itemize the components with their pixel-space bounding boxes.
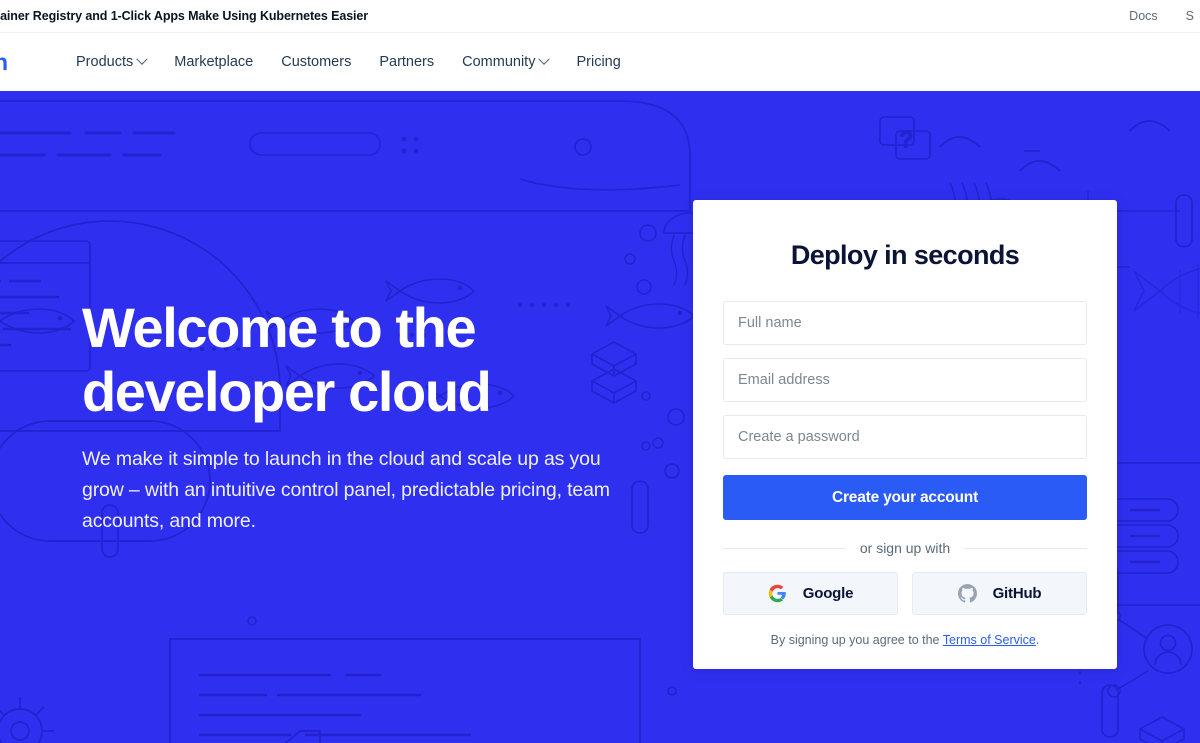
divider-line-left <box>723 547 846 549</box>
nav-item-pricing[interactable]: Pricing <box>562 54 634 70</box>
signup-title: Deploy in seconds <box>790 240 1020 270</box>
nav-item-label: Customers <box>281 54 352 70</box>
signup-card: Deploy in seconds Create your account or… <box>693 200 1117 669</box>
nav-item-community[interactable]: Community <box>448 53 562 70</box>
nav-item-products[interactable]: Products <box>62 53 160 70</box>
google-icon <box>768 584 787 603</box>
hero-section: ? Welcome to the developer cloud We make… <box>0 91 1200 743</box>
chevron-down-icon <box>136 53 148 65</box>
google-label: Google <box>802 585 854 602</box>
nav-item-label: Products <box>76 54 134 70</box>
digitalocean-logo[interactable]: n <box>0 51 16 74</box>
nav-item-label: Pricing <box>576 54 621 70</box>
hero-content: Welcome to the developer cloud We make i… <box>0 91 1200 743</box>
nav-item-label: Community <box>462 54 536 70</box>
full-name-input[interactable] <box>723 301 1087 345</box>
nav-item-marketplace[interactable]: Marketplace <box>160 54 267 70</box>
github-label: GitHub <box>992 585 1042 602</box>
banner-links: Docs S <box>1129 9 1200 23</box>
nav-item-label: Marketplace <box>174 54 254 70</box>
hero-title-line-2: developer cloud <box>82 360 492 423</box>
main-navbar: n Products Marketplace Customers Partner… <box>0 33 1200 91</box>
divider-label: or sign up with <box>859 540 951 556</box>
nav-item-label: Partners <box>379 54 435 70</box>
announcement-banner: tainer Registry and 1-Click Apps Make Us… <box>0 0 1200 33</box>
github-signup-button[interactable]: GitHub <box>912 572 1087 615</box>
oauth-divider: or sign up with <box>723 540 1087 556</box>
hero-title: Welcome to the developer cloud <box>82 296 622 424</box>
nav-item-customers[interactable]: Customers <box>267 54 365 70</box>
google-signup-button[interactable]: Google <box>723 572 898 615</box>
oauth-buttons: Google GitHub <box>723 572 1087 615</box>
email-input[interactable] <box>723 358 1087 402</box>
chevron-down-icon <box>538 53 551 65</box>
github-icon <box>957 584 977 603</box>
banner-link-docs[interactable]: Docs <box>1129 9 1157 23</box>
hero-title-line-1: Welcome to the <box>82 296 477 359</box>
password-input[interactable] <box>723 415 1087 459</box>
hero-copy: Welcome to the developer cloud We make i… <box>82 296 622 537</box>
terms-prefix: By signing up you agree to the <box>770 633 943 647</box>
terms-notice: By signing up you agree to the Terms of … <box>723 633 1087 647</box>
terms-of-service-link[interactable]: Terms of Service <box>943 633 1036 647</box>
banner-link-support[interactable]: S <box>1186 9 1194 23</box>
hero-subtitle: We make it simple to launch in the cloud… <box>82 448 610 532</box>
banner-message: tainer Registry and 1-Click Apps Make Us… <box>0 9 369 23</box>
terms-suffix: . <box>1035 633 1040 647</box>
divider-line-right <box>964 547 1087 549</box>
create-account-button[interactable]: Create your account <box>723 475 1087 520</box>
nav-items: Products Marketplace Customers Partners … <box>62 53 635 70</box>
nav-item-partners[interactable]: Partners <box>365 54 448 70</box>
